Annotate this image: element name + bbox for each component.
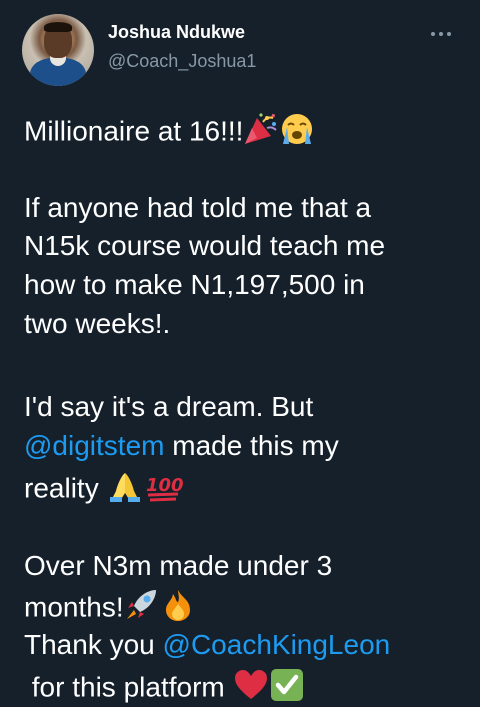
tweet-text: Over N3m made under 3	[24, 550, 333, 581]
check-mark-button-emoji	[269, 668, 305, 707]
tweet-line: @digitstem made this my	[24, 429, 339, 463]
tweet-line: N15k course would teach me	[24, 229, 385, 263]
tweet-text: Thank you	[24, 629, 163, 660]
party-popper-emoji	[243, 112, 279, 154]
author-name[interactable]: Joshua Ndukwe	[108, 22, 245, 43]
folded-hands-emoji	[106, 469, 144, 511]
tweet-text: two weeks!.	[24, 308, 171, 339]
tweet-line: for this platform	[24, 668, 305, 707]
tweet-text: Millionaire at 16!!!	[24, 115, 244, 147]
mention-link[interactable]: @digitstem	[24, 430, 164, 461]
tweet-text: If anyone had told me that a	[24, 192, 372, 223]
tweet-line: how to make N1,197,500 in	[24, 268, 365, 302]
tweet-line: I'd say it's a dream. But	[24, 390, 313, 424]
tweet-text: made this my	[164, 430, 339, 461]
rocket-emoji	[124, 588, 160, 630]
avatar[interactable]	[22, 14, 94, 86]
tweet-line: Over N3m made under 3	[24, 549, 332, 583]
red-heart-emoji	[233, 668, 269, 707]
tweet-text: how to make N1,197,500 in	[24, 269, 365, 300]
more-dots-icon[interactable]	[430, 24, 456, 44]
author-handle[interactable]: @Coach_Joshua1	[108, 51, 256, 72]
tweet-line: Millionaire at 16!!!	[24, 112, 315, 154]
tweet-card: Joshua Ndukwe @Coach_Joshua1 Millionaire…	[0, 0, 480, 707]
tweet-text: N15k course would teach me	[24, 230, 386, 261]
tweet-line: If anyone had told me that a	[24, 191, 371, 225]
tweet-line: months!	[24, 588, 196, 630]
hundred-points-emoji: 100	[144, 469, 184, 511]
tweet-line: two weeks!.	[24, 307, 170, 341]
tweet-line: reality 100	[24, 469, 184, 511]
tweet-text: I'd say it's a dream. But	[24, 391, 314, 422]
loudly-crying-emoji	[279, 112, 315, 154]
tweet-line: Thank you @CoachKingLeon	[24, 628, 390, 662]
tweet-text: reality	[24, 472, 107, 504]
mention-link[interactable]: @CoachKingLeon	[163, 629, 391, 660]
tweet-text: months!	[24, 591, 124, 623]
fire-emoji	[160, 588, 196, 630]
tweet-text: for this platform	[24, 671, 233, 703]
